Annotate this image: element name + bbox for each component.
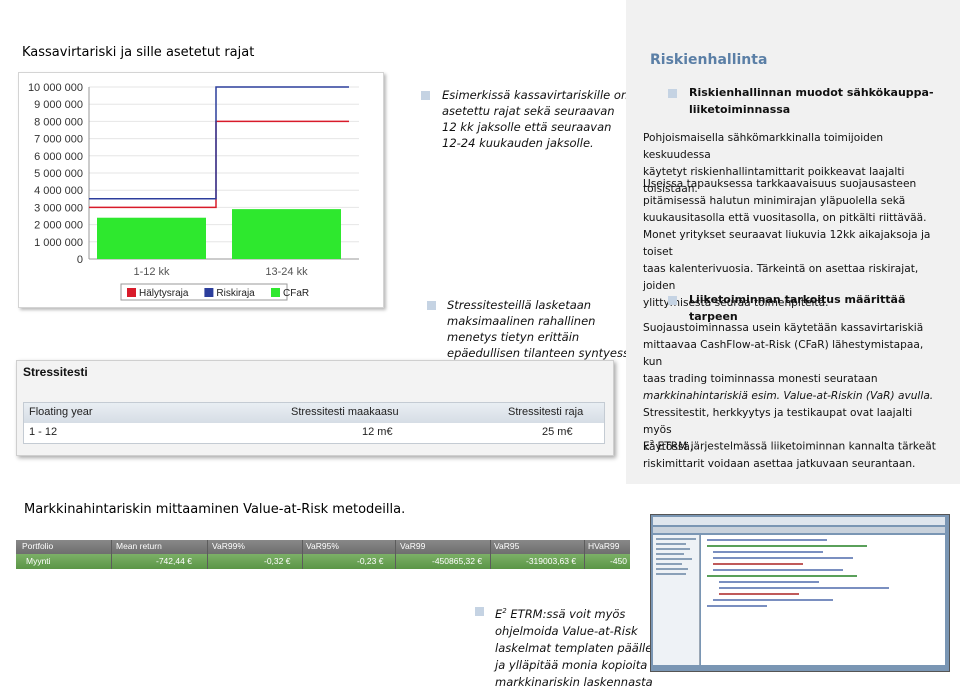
right-text-line: pitämisessä halutun minimirajan yläpuole… xyxy=(643,195,906,207)
note-stress-line: maksimaalinen rahallinen xyxy=(447,314,596,328)
legend-swatch xyxy=(127,288,136,297)
code-editor-screenshot xyxy=(650,514,950,672)
right-text-line: riskimittarit voidaan asettaa jatkuvaan … xyxy=(643,457,916,470)
y-tick-label: 6 000 000 xyxy=(34,151,83,163)
stress-table-header: Floating year Stressitesti maakaasu Stre… xyxy=(23,402,605,424)
var-row-cell: -0,32 € xyxy=(264,556,291,566)
note-stress-line: epäedullisen tilanteen syntyessä xyxy=(447,346,637,360)
stress-header-cell: Floating year xyxy=(29,406,93,418)
y-tick-label: 8 000 000 xyxy=(34,116,83,128)
var-header-cell: VaR95% xyxy=(306,541,339,551)
right-text-line: Monet yritykset seuraavat liukuvia 12kk … xyxy=(643,229,931,258)
right-panel-title: Riskienhallinta xyxy=(650,52,768,68)
note-etrm-line: ohjelmoida Value-at-Risk xyxy=(495,623,638,638)
right-text-span: ETRM järjestelmässä liiketoiminnan kanna… xyxy=(654,440,936,453)
right-text-line: taas kalenterivuosia. Tärkeintä on asett… xyxy=(643,263,919,292)
note-etrm-line: markkinariskin laskennasta xyxy=(495,674,653,689)
var-header-cell: Mean return xyxy=(116,541,162,551)
var-header-cell: Portfolio xyxy=(22,541,54,551)
var-row-cell: -450865,32 € xyxy=(432,556,483,566)
cashflow-chart: 10 000 000 9 000 000 8 000 000 7 000 000 6 0… xyxy=(18,72,384,308)
y-tick-label: 10 000 000 xyxy=(28,82,83,94)
cfar-bar xyxy=(97,217,206,259)
stress-header-cell: Stressitesti raja xyxy=(508,406,584,418)
note-etrm: E2 ETRM:ssä voit myös ohjelmoida Value-a… xyxy=(495,603,653,691)
note-etrm-line: ja ylläpitää monia kopioita xyxy=(495,657,648,672)
left-section-title: Kassavirtariski ja sille asetetut rajat xyxy=(22,45,255,60)
right-heading-line: Riskienhallinnan muodot sähkökauppa- xyxy=(689,86,934,99)
bullet-icon xyxy=(668,89,677,98)
right-text-line: Pohjoismaisella sähkömarkkinalla toimijo… xyxy=(643,132,884,161)
var-header-cell: VaR99% xyxy=(212,541,245,551)
right-text-line: Suojaustoiminnassa usein käytetään kassa… xyxy=(643,322,924,334)
y-tick-label: 1 000 000 xyxy=(34,237,83,249)
legend-label: CFaR xyxy=(283,288,309,299)
right-text-line: kuukausitasolla että vuositasolla, on pi… xyxy=(643,212,927,224)
bullet-icon xyxy=(421,91,430,100)
note-stress-line: menetys tietyn erittäin xyxy=(447,330,580,344)
y-tick-label: 7 000 000 xyxy=(34,134,83,146)
note-stress: Stressitesteillä lasketaan maksimaalinen… xyxy=(447,297,636,361)
note-etrm-line: laskelmat templaten päälle xyxy=(495,640,653,655)
y-tick-label: 3 000 000 xyxy=(34,202,83,214)
var-row-cell: -450 xyxy=(610,556,628,566)
right-text-line: mittaavaa CashFlow-at-Risk (CFaR) lähest… xyxy=(643,339,924,368)
y-tick-label: 0 xyxy=(77,254,83,266)
note-limits-line: asetettu rajat sekä seuraavan xyxy=(442,104,615,118)
var-row-cell: -742,44 € xyxy=(156,556,192,566)
x-tick-label: 13-24 kk xyxy=(265,266,308,278)
y-tick-label: 5 000 000 xyxy=(34,168,83,180)
var-section-title: Markkinahintariskin mittaaminen Value-at… xyxy=(24,502,406,517)
note-stress-line: Stressitesteillä lasketaan xyxy=(447,298,592,312)
e2-brand-letter: E xyxy=(643,440,650,453)
y-tick-label: 4 000 000 xyxy=(34,185,83,197)
legend-label: Hälytysraja xyxy=(139,288,189,299)
halytysraja-line xyxy=(89,120,349,209)
note-limits-line: 12-24 kuukauden jaksolle. xyxy=(442,136,594,150)
stress-row-cell: 25 m€ xyxy=(542,426,573,438)
cfar-bar xyxy=(232,209,341,259)
note-limits: Esimerkissä kassavirtariskille on asetet… xyxy=(442,87,628,151)
var-header-cell: VaR99 xyxy=(400,541,426,551)
var-header-cell: VaR95 xyxy=(494,541,520,551)
stress-test-title: Stressitesti xyxy=(23,365,88,379)
stress-header-cell: Stressitesti maakaasu xyxy=(291,406,399,418)
note-etrm-span: ETRM:ssä voit myös xyxy=(506,606,626,621)
var-row-cell: Myynti xyxy=(26,556,51,566)
cashflow-chart-svg: 10 000 000 9 000 000 8 000 000 7 000 000 6 0… xyxy=(28,82,359,301)
right-paragraph-4: E2 ETRM järjestelmässä liiketoiminnan ka… xyxy=(643,435,943,473)
right-text-line: Useissa tapauksessa tarkkaavaisuus suoja… xyxy=(643,178,917,190)
right-text-line: E2 ETRM järjestelmässä liiketoiminnan ka… xyxy=(643,435,943,456)
y-tick-label: 2 000 000 xyxy=(34,220,83,232)
var-row-cell: -319003,63 € xyxy=(526,556,577,566)
stress-test-panel: Stressitesti Floating year Stressitesti … xyxy=(16,360,614,456)
legend-label: Riskiraja xyxy=(216,288,255,299)
right-heading-1: Riskienhallinnan muodot sähkökauppa- lii… xyxy=(689,84,939,118)
table-row[interactable]: 1 - 12 12 m€ 25 m€ xyxy=(23,423,605,444)
legend-swatch xyxy=(271,288,280,297)
x-tick-label: 1-12 kk xyxy=(133,266,170,278)
right-text-line: taas trading toiminnassa monesti seurata… xyxy=(643,373,878,385)
stress-row-cell: 1 - 12 xyxy=(29,426,58,438)
legend-swatch xyxy=(204,288,214,297)
note-limits-line: Esimerkissä kassavirtariskille on xyxy=(442,88,629,102)
var-row-cell: -0,23 € xyxy=(357,556,384,566)
var-table: Portfolio Mean return VaR99% VaR95% VaR9… xyxy=(16,540,630,570)
bullet-icon xyxy=(668,296,677,305)
var-header-cell: HVaR99 xyxy=(588,541,620,551)
right-heading-line: liiketoiminnassa xyxy=(689,103,791,116)
bullet-icon xyxy=(475,607,484,616)
note-limits-line: 12 kk jaksolle että seuraavan xyxy=(442,120,612,134)
y-tick-label: 9 000 000 xyxy=(34,99,83,111)
right-text-line: Stressitestit, herkkyytys ja testikaupat… xyxy=(643,407,913,436)
right-text-line: markkinahintariskiä esim. Value-at-Riski… xyxy=(643,390,934,402)
stress-row-cell: 12 m€ xyxy=(362,426,393,438)
bullet-icon xyxy=(427,301,436,310)
note-etrm-line: E2 ETRM:ssä voit myös xyxy=(495,603,653,623)
